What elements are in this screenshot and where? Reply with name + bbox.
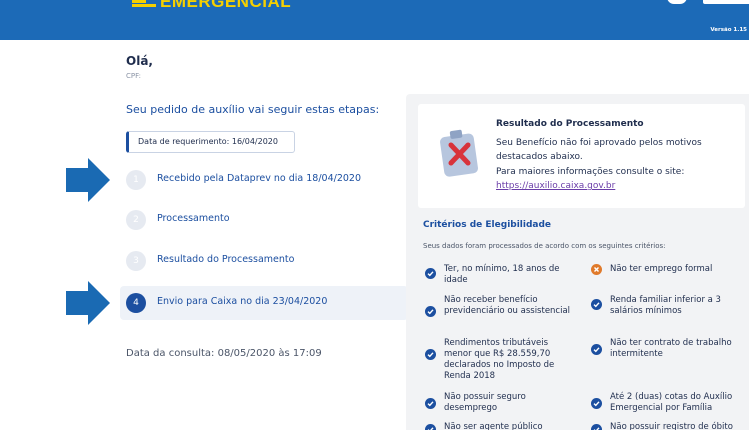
criteria-subtitle: Seus dados foram processados de acordo c… [423, 242, 666, 250]
clipboard-x-icon [440, 129, 478, 177]
arrow-right-icon [66, 158, 110, 202]
steps-title: Seu pedido de auxílio vai seguir estas e… [126, 103, 380, 116]
result-message-line: Seu Benefício não foi aprovado pelos mot… [496, 138, 702, 148]
criterion-text: Não possuir registro de óbito [610, 422, 733, 430]
check-circle-icon [425, 398, 436, 409]
step-number: 1 [126, 170, 146, 190]
criterion-text: Renda familiar inferior a 3 salários mín… [610, 295, 721, 316]
user-avatar-icon[interactable] [667, 0, 687, 4]
step-label: Recebido pela Dataprev no dia 18/04/2020 [157, 173, 361, 184]
request-date-box: Data de requerimento: 16/04/2020 [126, 131, 295, 153]
check-circle-icon [591, 299, 602, 310]
caixa-site-link[interactable]: https://auxilio.caixa.gov.br [496, 181, 615, 191]
step-processing: 2 Processamento [120, 203, 408, 237]
logo-stripes-icon [132, 0, 156, 9]
header-button[interactable] [703, 0, 749, 4]
check-circle-icon [425, 306, 436, 317]
arrow-right-icon [66, 281, 110, 325]
logo-text: EMERGENCIAL [160, 0, 292, 11]
criterion-text: Não ser agente público [444, 422, 543, 430]
criterion-text: Ter, no mínimo, 18 anos de idade [444, 264, 560, 285]
criterion-text: Não receber benefício previdenciário ou … [444, 295, 571, 316]
step-number: 4 [126, 293, 146, 313]
result-title: Resultado do Processamento [496, 119, 644, 129]
top-header-bar: EMERGENCIAL Versão 1.15 [0, 0, 749, 40]
step-label: Processamento [157, 213, 230, 224]
check-circle-icon [591, 344, 602, 355]
criterion-text: Não ter emprego formal [610, 264, 713, 274]
x-circle-icon [591, 264, 602, 275]
step-number: 2 [126, 210, 146, 230]
cpf-label: CPF: [126, 72, 141, 80]
step-sent-to-caixa: 4 Envio para Caixa no dia 23/04/2020 [120, 286, 408, 320]
check-circle-icon [425, 268, 436, 279]
criterion-text: Não ter contrato de trabalho intermitent… [610, 338, 732, 359]
check-circle-icon [425, 424, 436, 430]
result-message-line: Para maiores informações consulte o site… [496, 167, 685, 177]
criterion-text: Até 2 (duas) cotas do Auxílio Emergencia… [610, 392, 733, 413]
step-label: Resultado do Processamento [157, 254, 295, 265]
request-date-text: Data de requerimento: 16/04/2020 [138, 137, 278, 146]
criteria-title: Critérios de Elegibilidade [423, 220, 552, 230]
greeting-text: Olá, [126, 54, 153, 68]
check-circle-icon [425, 349, 436, 360]
criterion-text: Não possuir seguro desemprego [444, 392, 526, 413]
consult-date: Data da consulta: 08/05/2020 às 17:09 [126, 348, 322, 359]
step-label: Envio para Caixa no dia 23/04/2020 [157, 296, 328, 307]
check-circle-icon [591, 424, 602, 430]
version-label: Versão 1.15 [710, 27, 747, 33]
step-result: 3 Resultado do Processamento [120, 244, 408, 278]
step-number: 3 [126, 251, 146, 271]
step-received: 1 Recebido pela Dataprev no dia 18/04/20… [120, 163, 408, 197]
check-circle-icon [591, 398, 602, 409]
result-message-line: destacados abaixo. [496, 152, 583, 162]
criterion-text: Rendimentos tributáveis menor que R$ 28.… [444, 338, 555, 381]
